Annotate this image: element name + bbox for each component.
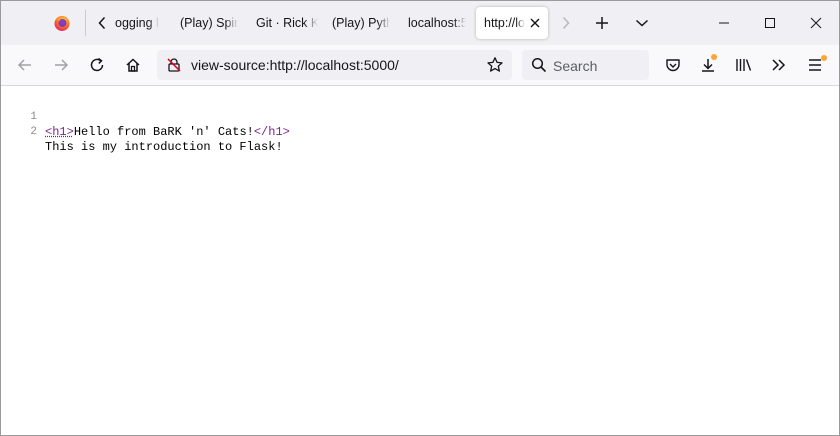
scroll-tabs-right-button[interactable] [555,9,577,37]
firefox-logo-icon [54,16,70,31]
library-button[interactable] [730,51,758,79]
minimize-icon [719,22,729,24]
reload-icon [90,57,104,72]
scroll-tabs-left-button[interactable] [91,9,113,37]
new-tab-button[interactable] [589,9,615,37]
plus-icon [596,17,608,29]
tab-title: (Play) Pyth [332,16,390,30]
navigation-toolbar: view-source:http://localhost:5000/ Searc… [1,45,839,86]
line-text: Hello from BaRK 'n' Cats! [73,125,254,139]
chevron-down-icon [635,19,649,27]
tab-0[interactable]: ogging l [111,7,159,39]
tab-title: Git · Rick K [256,16,318,30]
open-menu-button[interactable] [802,51,830,79]
line-number: 2 [30,126,37,138]
close-tab-icon[interactable] [528,16,542,30]
home-button[interactable] [119,51,147,79]
chevron-double-right-icon [772,59,786,71]
update-badge [821,55,827,61]
close-icon [810,17,822,29]
tab-3[interactable]: (Play) Pyth [324,7,390,39]
tab-strip: ogging l (Play) Spir Git · Rick K (Play)… [1,1,839,45]
firefox-view-button[interactable] [41,7,83,39]
more-tools-button[interactable] [765,51,793,79]
tab-2[interactable]: Git · Rick K [248,7,318,39]
url-bar[interactable]: view-source:http://localhost:5000/ [157,50,512,80]
tab-title: localhost:5 [408,16,466,30]
view-source-content: 1 <h1>Hello from BaRK 'n' Cats!</h1> 2 T… [1,86,839,435]
chevron-right-icon [562,16,570,30]
search-icon [531,57,547,73]
line-text: This is my introduction to Flask! [45,140,283,154]
minimize-button[interactable] [701,7,747,39]
pocket-button[interactable] [659,51,687,79]
chevron-left-icon [98,16,106,30]
source-line: 2 This is my introduction to Flask! [1,110,282,154]
pocket-icon [666,59,680,72]
tab-title: ogging l [115,16,159,30]
tab-5-active[interactable]: http://lo [476,7,548,39]
tab-4[interactable]: localhost:5 [400,7,466,39]
library-icon [736,59,752,71]
home-icon [126,58,140,72]
maximize-icon [765,18,775,28]
downloads-button[interactable] [694,51,722,79]
close-tag: </h1> [253,125,290,139]
close-window-button[interactable] [793,7,839,39]
forward-button[interactable] [47,51,75,79]
star-icon[interactable] [486,56,504,74]
tab-separator [85,10,86,36]
tab-1[interactable]: (Play) Spir [172,7,244,39]
url-text[interactable]: view-source:http://localhost:5000/ [191,57,399,73]
tracking-protection-icon[interactable] [166,57,182,73]
list-all-tabs-button[interactable] [629,9,655,37]
tab-title: (Play) Spir [180,16,239,30]
search-input[interactable]: Search [522,50,649,80]
download-badge [711,54,717,60]
maximize-button[interactable] [747,7,793,39]
browser-window: ogging l (Play) Spir Git · Rick K (Play)… [0,0,840,436]
source-line: 1 <h1>Hello from BaRK 'n' Cats!</h1> [1,95,289,139]
arrow-right-icon [55,59,69,71]
back-button[interactable] [11,51,39,79]
line-code: <h1>Hello from BaRK 'n' Cats!</h1> [45,125,290,140]
search-placeholder: Search [553,58,598,74]
reload-button[interactable] [83,51,111,79]
open-tag: <h1> [45,125,74,139]
tab-title: http://lo [484,16,525,30]
arrow-left-icon [17,59,31,71]
